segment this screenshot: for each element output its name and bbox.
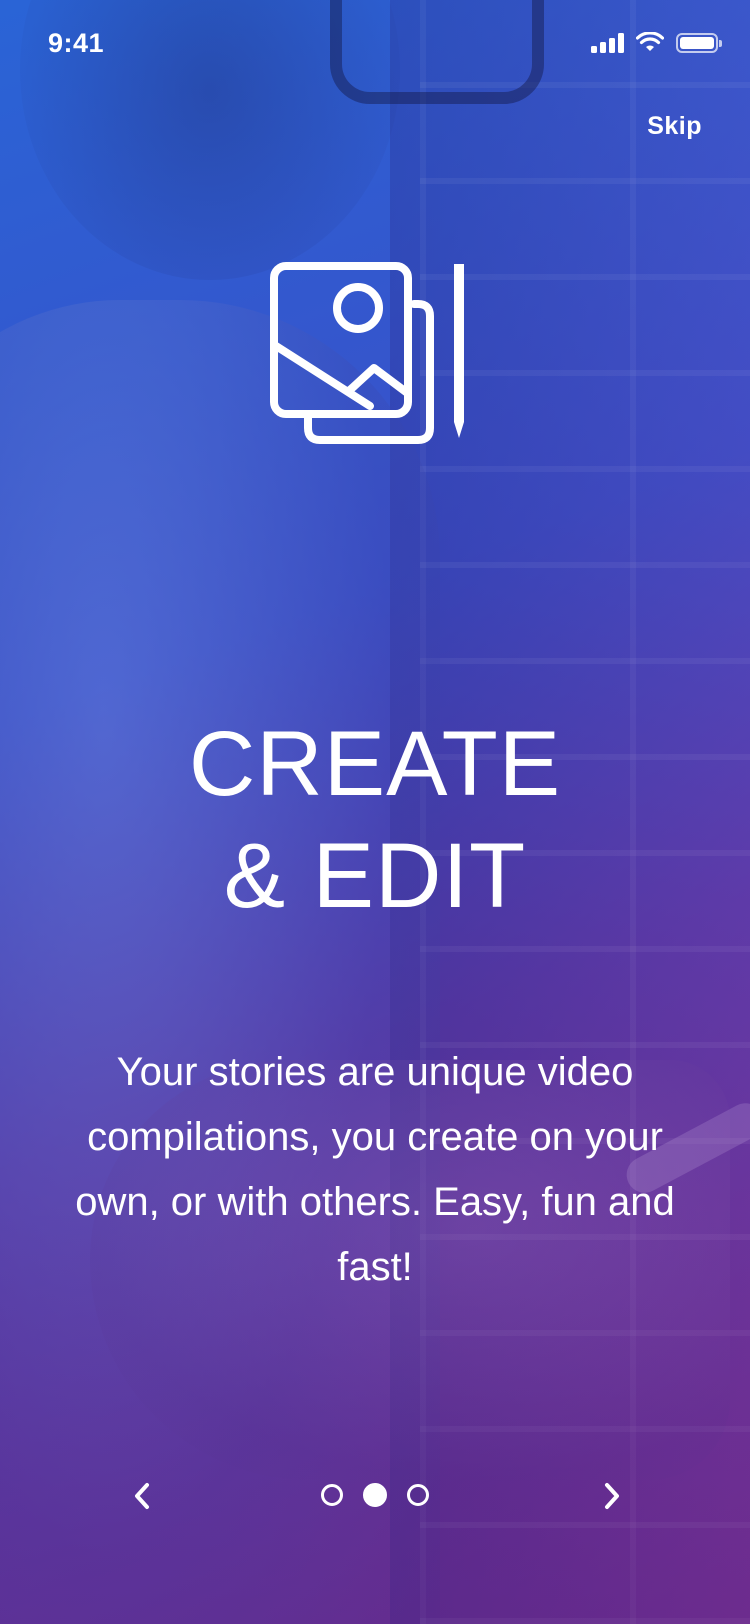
page-dot[interactable] xyxy=(363,1483,387,1507)
title-line-1: CREATE xyxy=(188,713,562,815)
status-icons xyxy=(591,32,722,54)
chevron-right-icon xyxy=(605,1483,619,1509)
skip-button[interactable]: Skip xyxy=(647,112,702,141)
next-button[interactable] xyxy=(588,1472,636,1520)
page-dot[interactable] xyxy=(321,1484,343,1506)
title-line-2: & EDIT xyxy=(223,825,527,927)
wifi-icon xyxy=(636,32,664,51)
onboarding-screen: 9:41 Skip CREATE & EDIT Your stories are… xyxy=(0,0,750,1624)
page-title: CREATE & EDIT xyxy=(0,708,750,932)
description-text: Your stories are unique video compilatio… xyxy=(75,1050,675,1289)
page-dot[interactable] xyxy=(407,1484,429,1506)
cellular-signal-icon xyxy=(591,33,624,53)
photo-gallery-edit-icon xyxy=(270,262,464,444)
status-time: 9:41 xyxy=(48,28,105,58)
background-person-torso xyxy=(0,300,440,1624)
page-indicator xyxy=(0,1483,750,1507)
status-bar: 9:41 xyxy=(0,0,750,90)
battery-icon xyxy=(676,33,722,53)
